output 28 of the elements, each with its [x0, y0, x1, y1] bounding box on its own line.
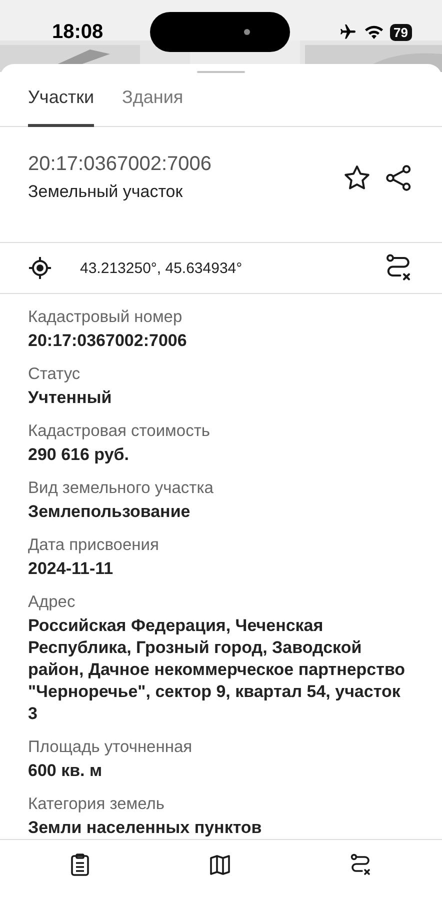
status-time: 18:08	[52, 20, 104, 44]
field-label: Кадастровый номер	[28, 308, 184, 327]
field-value: 2024-11-11	[28, 558, 114, 580]
field-value: Земли населенных пунктов	[28, 817, 263, 839]
clipboard-icon[interactable]	[68, 853, 91, 877]
location-target-icon[interactable]	[28, 256, 52, 280]
coordinates-text: 43.213250°, 45.634934°	[80, 260, 244, 276]
wifi-icon	[364, 24, 384, 40]
field-value: 20:17:0367002:7006	[28, 330, 188, 352]
parcel-type-subtitle: Земельный участок	[28, 182, 184, 202]
field-label: Дата присвоения	[28, 536, 160, 555]
field-value: 290 616 руб.	[28, 444, 130, 466]
tab[interactable]: Здания	[122, 79, 184, 127]
field-value: Землепользование	[28, 501, 192, 523]
field-label: Вид земельного участка	[28, 479, 214, 498]
map-icon[interactable]	[208, 853, 232, 877]
drag-handle[interactable]	[197, 71, 245, 73]
cadastral-number-title: 20:17:0367002:7006	[28, 153, 213, 176]
field-value: 600 кв. м	[28, 760, 104, 782]
field-value: Учтенный	[28, 387, 113, 409]
field-label: Кадастровая стоимость	[28, 422, 211, 441]
field-label: Адрес	[28, 593, 76, 612]
tab[interactable]: Участки	[28, 79, 94, 127]
field-label: Категория земель	[28, 795, 166, 814]
field-label: Статус	[28, 365, 82, 384]
airplane-icon	[338, 23, 358, 41]
field-value: Российская Федерация, Чеченская Республика, Грозный город, Заводской район, Дачное некоммерческое партнерство "Черноречье", сектор 9, квартал 54, участок 3	[28, 615, 406, 725]
field-label: Площадь уточненная	[28, 738, 194, 757]
